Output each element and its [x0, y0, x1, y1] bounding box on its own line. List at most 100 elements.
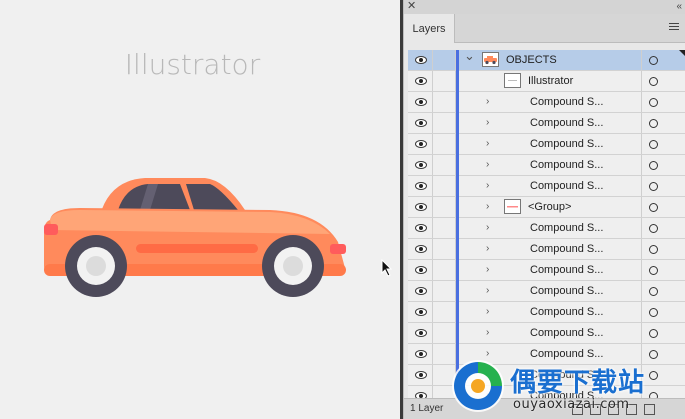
visibility-toggle[interactable] — [408, 218, 433, 238]
visibility-toggle[interactable] — [408, 260, 433, 280]
layer-name[interactable]: Compound S... — [530, 138, 603, 150]
chevron-right-icon[interactable]: › — [486, 118, 489, 128]
lock-toggle[interactable] — [433, 71, 456, 91]
chevron-right-icon[interactable]: › — [486, 307, 489, 317]
visibility-toggle[interactable] — [408, 113, 433, 133]
target-column[interactable] — [641, 302, 685, 322]
canvas-artboard[interactable]: Illustrator — [0, 0, 400, 419]
lock-toggle[interactable] — [433, 239, 456, 259]
lock-toggle[interactable] — [433, 113, 456, 133]
target-circle-icon — [649, 329, 658, 338]
lock-toggle[interactable] — [433, 155, 456, 175]
chevron-right-icon[interactable]: › — [486, 160, 489, 170]
layer-name[interactable]: Compound S... — [530, 159, 603, 171]
target-column[interactable] — [641, 197, 685, 217]
chevron-right-icon[interactable]: › — [486, 202, 489, 212]
layer-name[interactable]: Compound S... — [530, 306, 603, 318]
layer-name[interactable]: Compound S... — [530, 327, 603, 339]
layer-row[interactable]: › Compound S... — [408, 176, 685, 197]
chevron-right-icon[interactable]: › — [486, 223, 489, 233]
visibility-toggle[interactable] — [408, 134, 433, 154]
visibility-toggle[interactable] — [408, 197, 433, 217]
layer-color-bar — [456, 218, 459, 239]
lock-toggle[interactable] — [433, 323, 456, 343]
chevron-right-icon[interactable]: › — [486, 328, 489, 338]
visibility-toggle[interactable] — [408, 92, 433, 112]
visibility-toggle[interactable] — [408, 155, 433, 175]
lock-toggle[interactable] — [433, 176, 456, 196]
layer-row[interactable]: Illustrator — [408, 71, 685, 92]
target-column[interactable] — [641, 71, 685, 91]
visibility-toggle[interactable] — [408, 323, 433, 343]
target-column[interactable] — [641, 218, 685, 238]
layer-name[interactable]: Compound S... — [530, 117, 603, 129]
layer-name[interactable]: Compound S... — [530, 180, 603, 192]
chevron-right-icon[interactable]: › — [486, 181, 489, 191]
layer-name[interactable]: Compound S... — [530, 222, 603, 234]
lock-toggle[interactable] — [433, 302, 456, 322]
lock-toggle[interactable] — [433, 92, 456, 112]
layer-name[interactable]: Illustrator — [528, 75, 573, 87]
chevron-right-icon[interactable]: › — [486, 244, 489, 254]
close-icon[interactable]: ✕ — [407, 0, 416, 13]
chevron-down-icon[interactable]: ⌄ — [464, 49, 475, 62]
lock-toggle[interactable] — [433, 260, 456, 280]
target-column[interactable] — [641, 176, 685, 196]
layer-row[interactable]: › Compound S... — [408, 239, 685, 260]
lock-toggle[interactable] — [433, 281, 456, 301]
collapse-panel-icon[interactable]: « — [676, 0, 682, 13]
target-column[interactable] — [641, 134, 685, 154]
target-column[interactable] — [641, 281, 685, 301]
lock-toggle[interactable] — [433, 50, 456, 70]
target-column[interactable] — [641, 239, 685, 259]
visibility-toggle[interactable] — [408, 281, 433, 301]
layer-name[interactable]: Compound S... — [530, 96, 603, 108]
chevron-right-icon[interactable]: › — [486, 265, 489, 275]
visibility-toggle[interactable] — [408, 302, 433, 322]
chevron-right-icon[interactable]: › — [486, 139, 489, 149]
target-column[interactable] — [641, 260, 685, 280]
lock-toggle[interactable] — [433, 134, 456, 154]
target-column[interactable] — [641, 113, 685, 133]
visibility-toggle[interactable] — [408, 239, 433, 259]
visibility-toggle[interactable] — [408, 50, 433, 70]
layer-row[interactable]: ⌄ OBJECTS — [408, 49, 685, 71]
visibility-toggle[interactable] — [408, 71, 433, 91]
car-illustration[interactable] — [40, 170, 350, 300]
layer-row[interactable]: › Compound S... — [408, 113, 685, 134]
layer-row[interactable]: › Compound S... — [408, 155, 685, 176]
lock-toggle[interactable] — [433, 218, 456, 238]
target-column[interactable] — [641, 92, 685, 112]
layer-thumbnail — [504, 73, 521, 88]
target-circle-icon — [649, 266, 658, 275]
target-circle-icon — [649, 119, 658, 128]
layer-row[interactable]: › Compound S... — [408, 281, 685, 302]
target-column[interactable] — [641, 155, 685, 175]
chevron-right-icon[interactable]: › — [486, 97, 489, 107]
visibility-toggle[interactable] — [408, 365, 433, 385]
layer-row[interactable]: › Compound S... — [408, 323, 685, 344]
panel-menu-icon[interactable] — [669, 23, 679, 32]
visibility-toggle[interactable] — [408, 344, 433, 364]
visibility-toggle[interactable] — [408, 176, 433, 196]
layer-row[interactable]: › Compound S... — [408, 218, 685, 239]
layer-row[interactable]: › Compound S... — [408, 134, 685, 155]
layer-name[interactable]: Compound S... — [530, 264, 603, 276]
layer-color-bar — [456, 260, 459, 281]
layer-row[interactable]: › <Group> — [408, 197, 685, 218]
target-column[interactable] — [641, 50, 685, 70]
layer-row[interactable]: › Compound S... — [408, 260, 685, 281]
layer-row[interactable]: › Compound S... — [408, 92, 685, 113]
layer-name[interactable]: Compound S... — [530, 243, 603, 255]
eye-icon — [415, 77, 427, 85]
layer-name[interactable]: <Group> — [528, 201, 571, 213]
tab-layers[interactable]: Layers — [404, 14, 455, 43]
target-column[interactable] — [641, 323, 685, 343]
layer-name[interactable]: OBJECTS — [506, 54, 557, 66]
target-circle-icon — [649, 182, 658, 191]
layer-name[interactable]: Compound S... — [530, 285, 603, 297]
lock-toggle[interactable] — [433, 197, 456, 217]
panel-title-bar: ✕ « — [404, 0, 685, 15]
layer-row[interactable]: › Compound S... — [408, 302, 685, 323]
chevron-right-icon[interactable]: › — [486, 286, 489, 296]
